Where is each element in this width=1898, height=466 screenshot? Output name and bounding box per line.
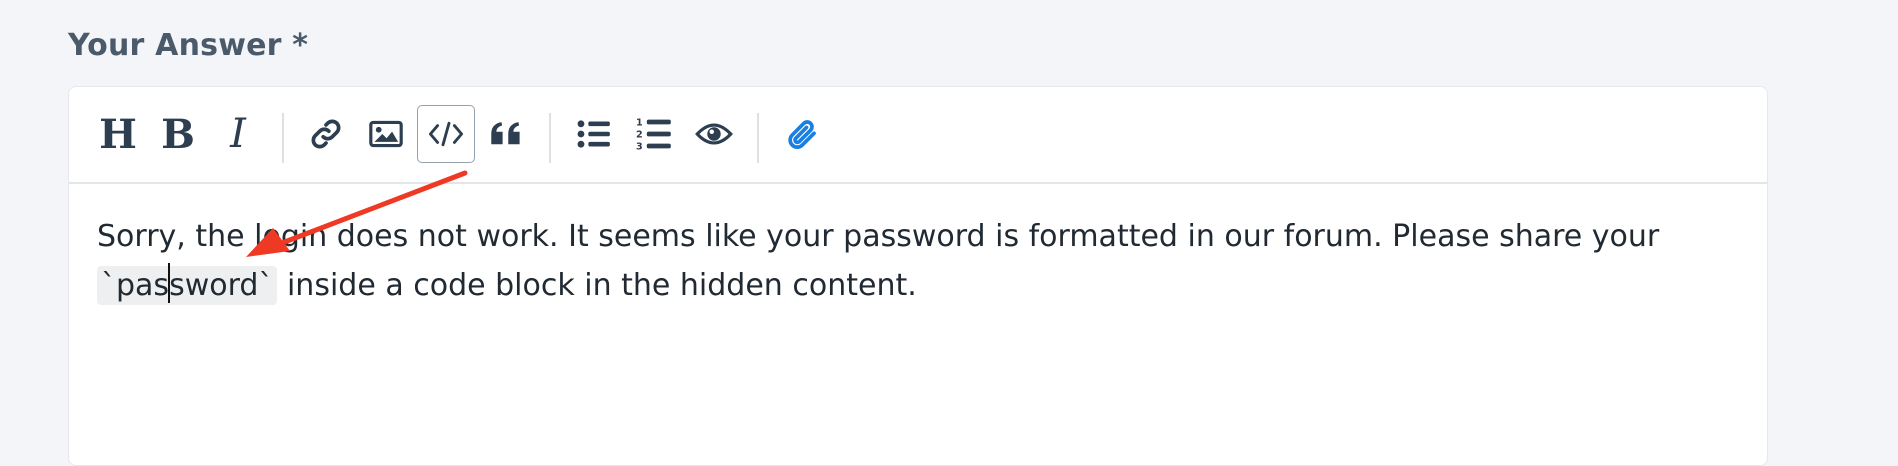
editor-line-1: Sorry, the login does not work. It seems… xyxy=(97,219,1660,254)
svg-text:3: 3 xyxy=(636,142,643,152)
numbered-list-icon: 1 2 3 xyxy=(636,118,671,152)
quote-icon xyxy=(491,122,520,145)
heading-button[interactable]: H xyxy=(89,105,147,163)
code-icon xyxy=(428,121,464,147)
code-button[interactable] xyxy=(417,105,475,163)
editor-line-2: `password` inside a code block in the hi… xyxy=(97,261,1739,310)
bulleted-list-icon xyxy=(577,120,610,148)
editor-line-2-text: inside a code block in the hidden conten… xyxy=(277,268,917,303)
italic-icon: I xyxy=(230,111,246,157)
link-icon xyxy=(311,119,341,149)
preview-button[interactable] xyxy=(685,105,743,163)
heading-icon: H xyxy=(99,110,137,158)
italic-button[interactable]: I xyxy=(209,105,267,163)
image-button[interactable] xyxy=(357,105,415,163)
svg-text:1: 1 xyxy=(636,118,643,129)
editor-toolbar: H B I 1 2 3 xyxy=(69,87,1767,184)
svg-text:2: 2 xyxy=(636,130,643,141)
image-icon xyxy=(369,120,403,148)
bold-icon: B xyxy=(161,110,195,158)
bold-button[interactable]: B xyxy=(149,105,207,163)
bulleted-list-button[interactable] xyxy=(565,105,623,163)
answer-label: Your Answer * xyxy=(68,28,309,63)
preview-eye-icon xyxy=(695,123,733,145)
quote-button[interactable] xyxy=(477,105,535,163)
answer-editor: H B I 1 2 3 Sorry, the login does not wo… xyxy=(68,86,1768,466)
link-button[interactable] xyxy=(297,105,355,163)
toolbar-divider xyxy=(282,113,284,163)
attachment-icon xyxy=(788,120,816,149)
editor-textarea[interactable]: Sorry, the login does not work. It seems… xyxy=(97,212,1739,310)
attachment-button[interactable] xyxy=(773,105,831,163)
numbered-list-button[interactable]: 1 2 3 xyxy=(625,105,683,163)
toolbar-divider xyxy=(549,113,551,163)
toolbar-divider xyxy=(757,113,759,163)
inline-code: `password` xyxy=(97,263,278,305)
